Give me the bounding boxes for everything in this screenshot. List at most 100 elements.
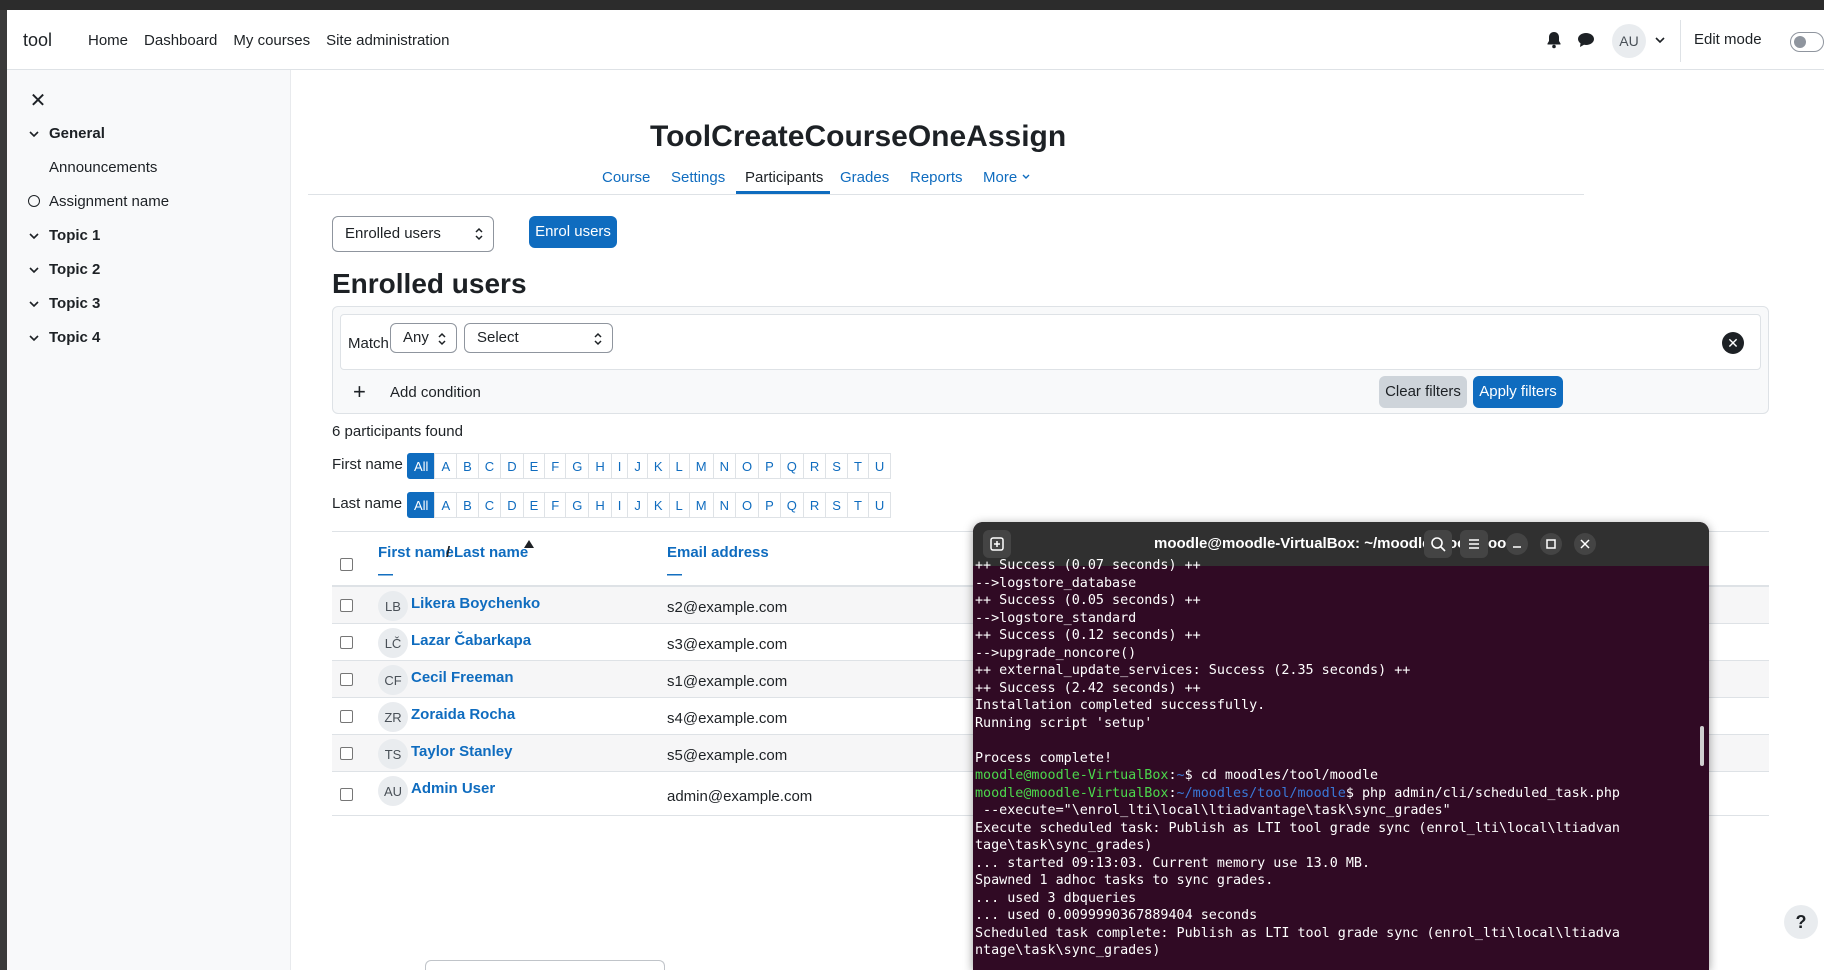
participants-view-select[interactable]: Enrolled users — [332, 216, 494, 252]
minimize-button[interactable] — [1506, 533, 1528, 555]
first-name-initial-j[interactable]: J — [627, 453, 648, 479]
last-name-initial-f[interactable]: F — [544, 492, 567, 518]
close-icon[interactable]: ✕ — [25, 88, 51, 114]
first-name-collapse-dash[interactable]: — — [378, 566, 393, 583]
user-profile-link[interactable]: Admin User — [411, 780, 495, 797]
first-name-initial-i[interactable]: I — [610, 453, 629, 479]
terminal-output[interactable]: ++ Success (0.07 seconds) ++ -->logstore_… — [975, 557, 1695, 961]
terminal-search-button[interactable] — [1424, 530, 1452, 558]
bell-icon[interactable] — [1544, 30, 1564, 50]
first-name-initial-a[interactable]: A — [434, 453, 458, 479]
row-select-checkbox[interactable] — [340, 747, 353, 760]
tab-participants[interactable]: Participants — [745, 169, 823, 186]
last-name-initial-h[interactable]: H — [588, 492, 612, 518]
user-avatar[interactable]: CF — [378, 665, 408, 695]
chevron-down-icon[interactable] — [27, 127, 41, 141]
row-select-checkbox[interactable] — [340, 673, 353, 686]
close-button[interactable] — [1574, 533, 1596, 555]
nav-dashboard-link[interactable]: Dashboard — [144, 32, 217, 49]
first-name-initial-c[interactable]: C — [477, 453, 502, 479]
first-name-initial-q[interactable]: Q — [779, 453, 804, 479]
last-name-initial-a[interactable]: A — [434, 492, 458, 518]
last-name-initial-j[interactable]: J — [627, 492, 648, 518]
clear-filters-button[interactable]: Clear filters — [1379, 376, 1467, 408]
last-name-initial-r[interactable]: R — [802, 492, 827, 518]
first-name-initial-o[interactable]: O — [734, 453, 760, 479]
tab-more[interactable]: More — [983, 169, 1031, 186]
user-profile-link[interactable]: Lazar Čabarkapa — [411, 632, 531, 649]
chat-bubble-icon[interactable] — [1576, 30, 1596, 50]
terminal-menu-button[interactable] — [1460, 530, 1488, 558]
first-name-initial-f[interactable]: F — [544, 453, 567, 479]
sort-first-name-link[interactable]: First name — [378, 544, 454, 561]
user-profile-link[interactable]: Cecil Freeman — [411, 669, 514, 686]
user-avatar[interactable]: AU — [1612, 24, 1646, 58]
chevron-down-icon[interactable] — [27, 229, 41, 243]
chevron-down-icon[interactable] — [27, 297, 41, 311]
remove-condition-icon[interactable]: ✕ — [1722, 332, 1744, 354]
first-name-initial-k[interactable]: K — [646, 453, 670, 479]
select-all-checkbox[interactable] — [340, 558, 353, 571]
first-name-initial-b[interactable]: B — [456, 453, 479, 479]
chevron-down-icon[interactable] — [27, 331, 41, 345]
last-name-initial-i[interactable]: I — [610, 492, 629, 518]
match-any-select[interactable]: Any — [390, 323, 457, 353]
user-profile-link[interactable]: Zoraida Rocha — [411, 706, 515, 723]
row-select-checkbox[interactable] — [340, 788, 353, 801]
first-name-initial-l[interactable]: L — [668, 453, 690, 479]
tab-grades[interactable]: Grades — [840, 169, 889, 186]
row-select-checkbox[interactable] — [340, 710, 353, 723]
last-name-initial-c[interactable]: C — [477, 492, 502, 518]
chevron-down-icon[interactable] — [27, 263, 41, 277]
last-name-initial-all[interactable]: All — [407, 492, 436, 518]
last-name-initial-q[interactable]: Q — [779, 492, 804, 518]
last-name-initial-u[interactable]: U — [867, 492, 892, 518]
user-profile-link[interactable]: Taylor Stanley — [411, 743, 512, 760]
tab-settings[interactable]: Settings — [671, 169, 725, 186]
first-name-initial-p[interactable]: P — [758, 453, 781, 479]
last-name-initial-k[interactable]: K — [646, 492, 670, 518]
sort-email-link[interactable]: Email address — [667, 544, 769, 561]
first-name-initial-h[interactable]: H — [588, 453, 612, 479]
last-name-initial-l[interactable]: L — [668, 492, 690, 518]
plus-icon[interactable]: + — [353, 379, 366, 405]
first-name-initial-s[interactable]: S — [825, 453, 848, 479]
sort-last-name-link[interactable]: Last name — [454, 544, 528, 561]
first-name-initial-t[interactable]: T — [846, 453, 869, 479]
edit-mode-toggle[interactable] — [1790, 32, 1824, 52]
user-profile-link[interactable]: Likera Boychenko — [411, 595, 540, 612]
nav-my-courses-link[interactable]: My courses — [233, 32, 310, 49]
site-brand[interactable]: tool — [23, 30, 52, 51]
first-name-initial-m[interactable]: M — [688, 453, 714, 479]
last-name-initial-e[interactable]: E — [522, 492, 546, 518]
maximize-button[interactable] — [1540, 533, 1562, 555]
first-name-initial-d[interactable]: D — [500, 453, 524, 479]
first-name-initial-all[interactable]: All — [407, 453, 436, 479]
terminal-scrollbar[interactable] — [1700, 726, 1704, 766]
last-name-initial-s[interactable]: S — [825, 492, 848, 518]
last-name-initial-p[interactable]: P — [758, 492, 781, 518]
user-avatar[interactable]: LB — [378, 591, 408, 621]
enrol-users-button[interactable]: Enrol users — [529, 216, 617, 248]
tab-reports[interactable]: Reports — [910, 169, 963, 186]
last-name-initial-t[interactable]: T — [846, 492, 869, 518]
user-avatar[interactable]: ZR — [378, 702, 408, 732]
user-avatar[interactable]: TS — [378, 739, 408, 769]
nav-home-link[interactable]: Home — [88, 32, 128, 49]
help-button[interactable]: ? — [1784, 905, 1818, 939]
user-avatar[interactable]: AU — [378, 776, 408, 806]
last-name-initial-m[interactable]: M — [688, 492, 714, 518]
row-select-checkbox[interactable] — [340, 636, 353, 649]
last-name-initial-d[interactable]: D — [500, 492, 524, 518]
add-condition-link[interactable]: Add condition — [390, 384, 481, 401]
first-name-initial-e[interactable]: E — [522, 453, 546, 479]
tab-course[interactable]: Course — [602, 169, 650, 186]
first-name-initial-n[interactable]: N — [712, 453, 736, 479]
last-name-initial-g[interactable]: G — [565, 492, 590, 518]
chevron-down-icon[interactable] — [1654, 34, 1666, 46]
first-name-initial-g[interactable]: G — [565, 453, 590, 479]
last-name-initial-o[interactable]: O — [734, 492, 760, 518]
terminal-window[interactable]: moodle@moodle-VirtualBox: ~/moodles/tool… — [973, 522, 1709, 970]
first-name-initial-r[interactable]: R — [802, 453, 827, 479]
email-collapse-dash[interactable]: — — [667, 566, 682, 583]
